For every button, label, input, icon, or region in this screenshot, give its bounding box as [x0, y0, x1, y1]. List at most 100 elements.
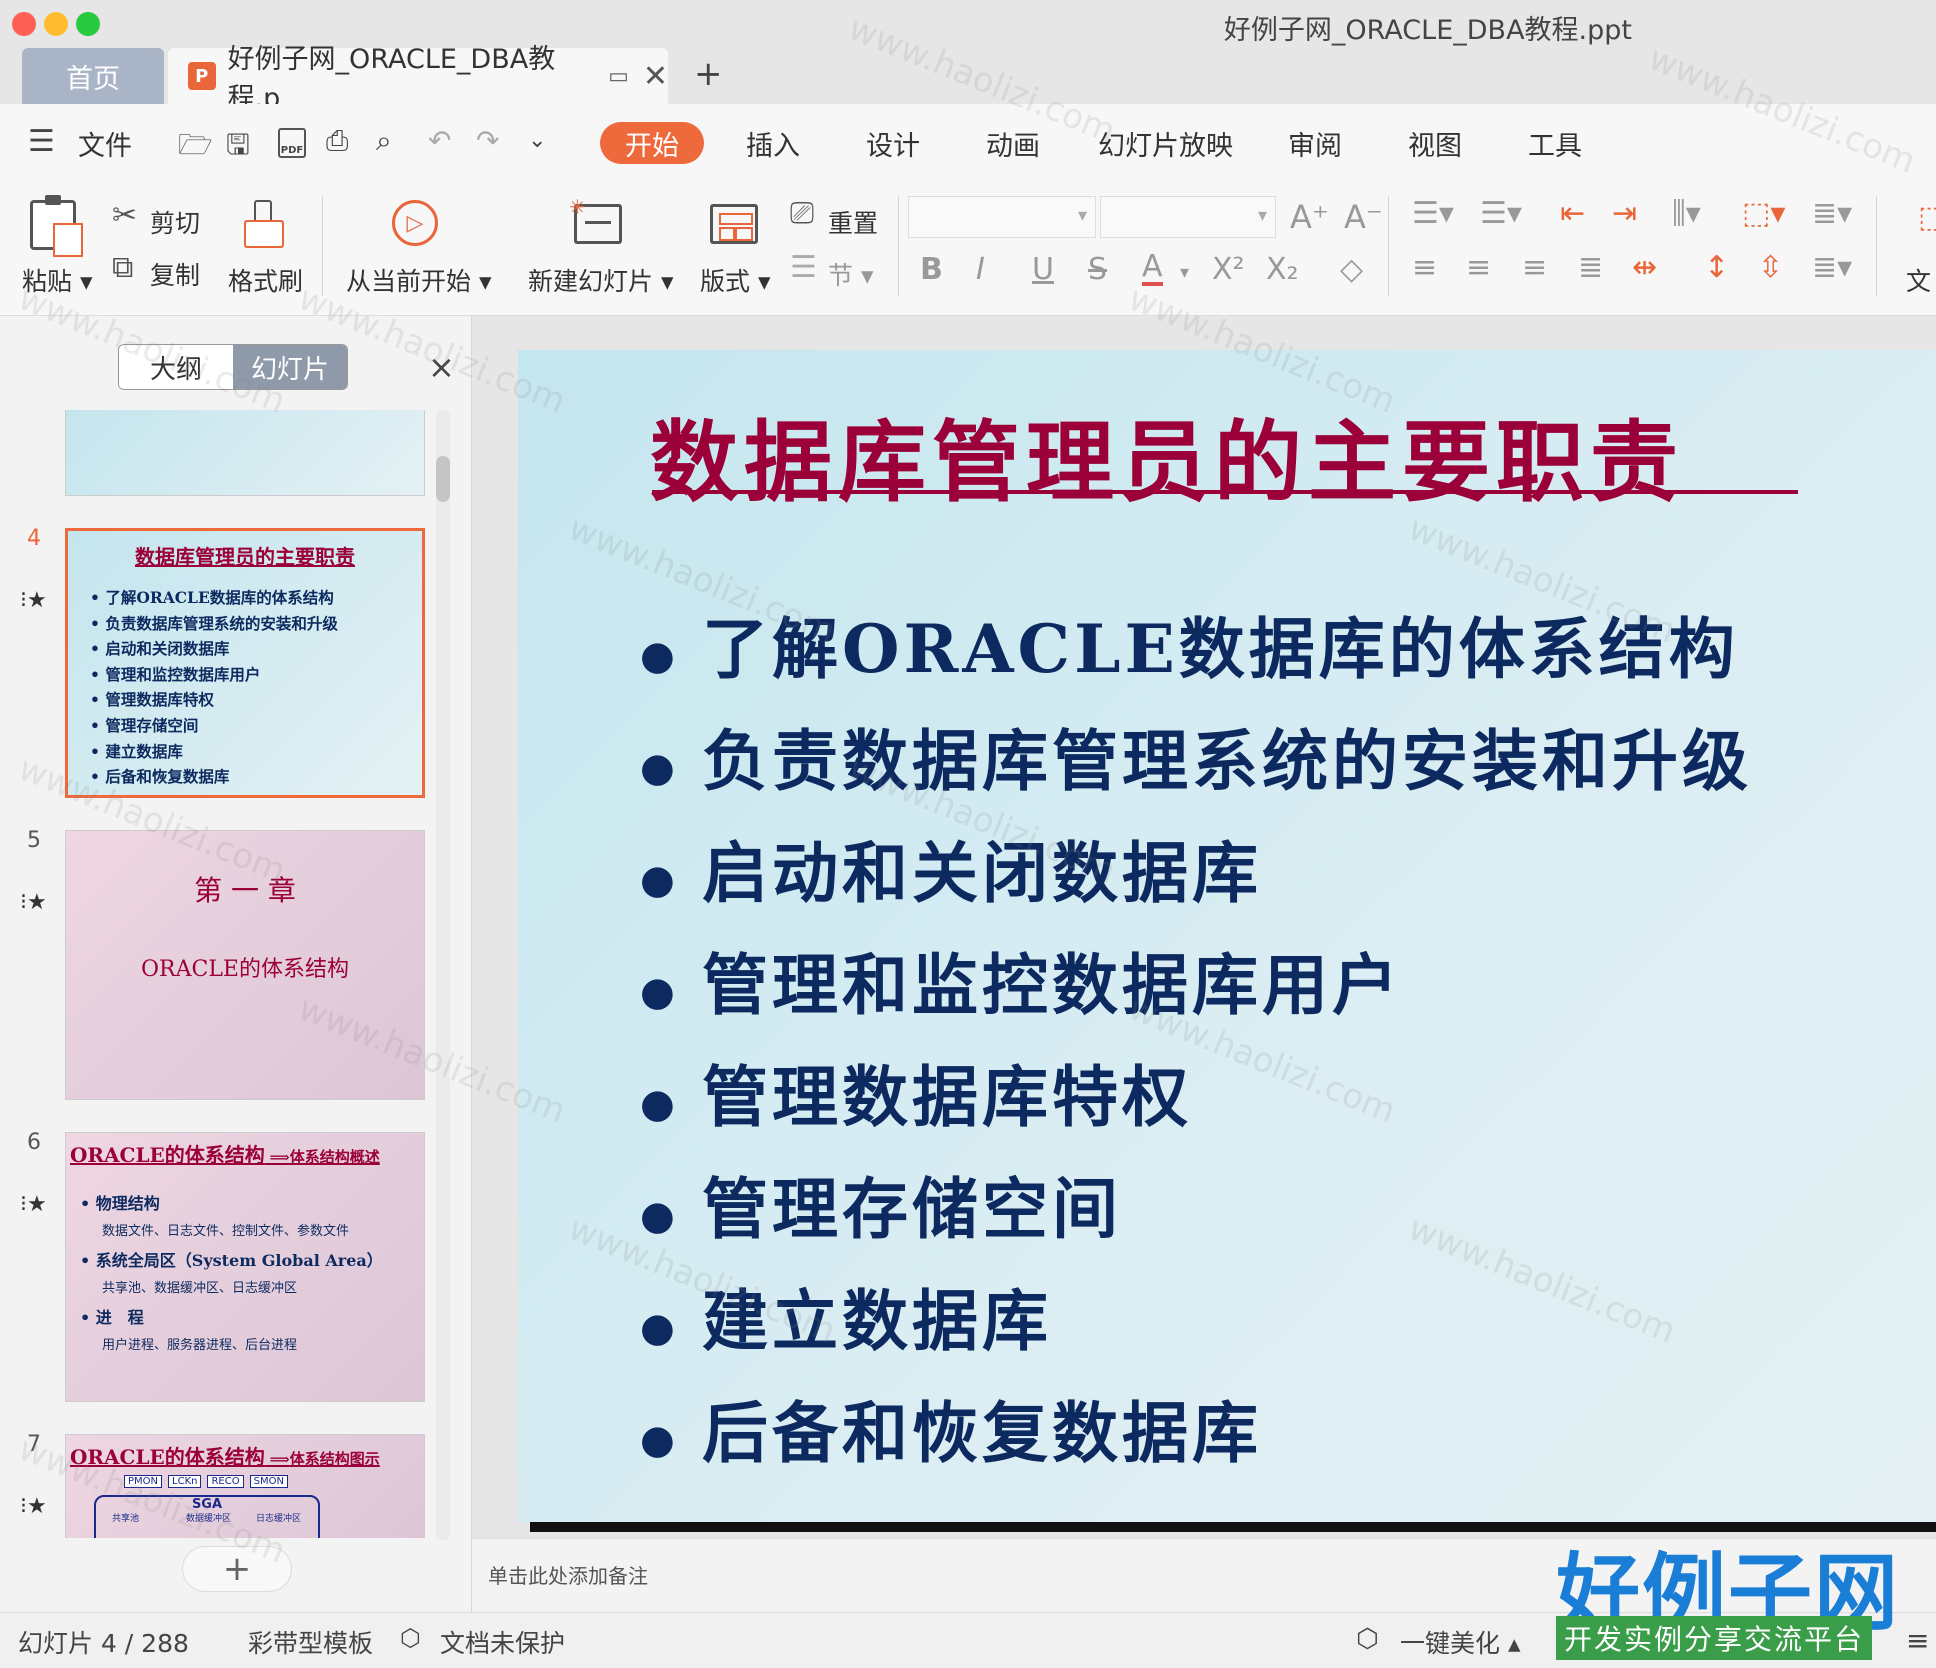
- slide-bullet[interactable]: ● 管理和监控数据库用户: [640, 932, 1402, 1028]
- print-icon[interactable]: ⎙: [326, 124, 348, 158]
- decrease-indent-icon[interactable]: ⇤: [1560, 196, 1585, 231]
- tab-home[interactable]: 首页: [22, 48, 164, 104]
- outline-tab[interactable]: 大纲: [119, 345, 233, 389]
- increase-font-icon[interactable]: A⁺: [1290, 198, 1329, 236]
- save-icon[interactable]: 🖫: [226, 124, 250, 172]
- slide-thumbnail-6[interactable]: ORACLE的体系结构 ⟹体系结构概述 • 物理结构 数据文件、日志文件、控制文…: [65, 1132, 425, 1402]
- layout-button[interactable]: 版式 ▾: [700, 262, 771, 298]
- menu-slideshow[interactable]: 幻灯片放映: [1098, 124, 1233, 163]
- menu-design[interactable]: 设计: [866, 124, 920, 163]
- slide-bullet[interactable]: ● 管理数据库特权: [640, 1044, 1192, 1140]
- export-pdf-icon[interactable]: PDF: [278, 128, 306, 158]
- ribbon-divider: [898, 196, 899, 296]
- menu-insert[interactable]: 插入: [746, 124, 800, 163]
- clear-format-icon[interactable]: ◇: [1340, 252, 1363, 287]
- undo-icon[interactable]: ↶: [428, 124, 451, 157]
- line-spacing-icon[interactable]: ≣▾: [1812, 196, 1852, 231]
- paragraph-spacing-alt-icon[interactable]: ⇳: [1758, 250, 1783, 285]
- slide-bullet[interactable]: ● 负责数据库管理系统的安装和升级: [640, 708, 1752, 804]
- slide-title[interactable]: 数据库管理员的主要职责: [650, 392, 1684, 519]
- hamburger-menu-icon[interactable]: ☰: [28, 124, 55, 159]
- play-icon[interactable]: ▷: [392, 200, 438, 246]
- copy-button[interactable]: 复制: [150, 256, 200, 292]
- section-button[interactable]: 节 ▾: [828, 256, 874, 292]
- tab-document[interactable]: P 好例子网_ORACLE_DBA教程.p ▭ ✕: [168, 44, 668, 114]
- text-button[interactable]: 文: [1906, 262, 1931, 298]
- format-painter-icon[interactable]: [244, 200, 284, 248]
- reset-button[interactable]: 重置: [828, 204, 878, 240]
- subscript-icon[interactable]: X₂: [1266, 252, 1299, 287]
- more-menu-icon[interactable]: ≡: [1906, 1624, 1929, 1657]
- align-left-icon[interactable]: ≡: [1412, 250, 1437, 285]
- new-tab-button[interactable]: +: [694, 54, 723, 94]
- slide-thumbnail-4[interactable]: 数据库管理员的主要职责 • 了解ORACLE数据库的体系结构 • 负责数据库管理…: [65, 528, 425, 798]
- menu-view[interactable]: 视图: [1408, 124, 1462, 163]
- redo-icon[interactable]: ↷: [476, 124, 499, 157]
- text-direction-icon[interactable]: ⫼▾: [1672, 196, 1701, 231]
- reset-icon[interactable]: ⎚: [790, 196, 814, 231]
- notes-placeholder[interactable]: 单击此处添加备注: [488, 1560, 648, 1589]
- slide-bullet[interactable]: ● 了解ORACLE数据库的体系结构: [640, 596, 1739, 692]
- slide-bullet[interactable]: ● 后备和恢复数据库: [640, 1380, 1262, 1476]
- slide-bullet[interactable]: ● 启动和关闭数据库: [640, 820, 1262, 916]
- slide-bullet[interactable]: ● 建立数据库: [640, 1268, 1052, 1364]
- one-click-beautify[interactable]: 一键美化 ▴: [1400, 1624, 1521, 1660]
- font-color-icon[interactable]: A: [1142, 252, 1163, 286]
- new-slide-icon[interactable]: ✳: [569, 195, 622, 244]
- scissors-icon[interactable]: ✂: [112, 198, 137, 233]
- superscript-icon[interactable]: X²: [1212, 252, 1245, 287]
- italic-icon[interactable]: I: [976, 252, 985, 287]
- menu-review[interactable]: 审阅: [1288, 124, 1342, 163]
- copy-icon[interactable]: ⧉: [112, 250, 133, 285]
- font-color-chevron-icon[interactable]: ▾: [1180, 262, 1189, 283]
- section-icon[interactable]: ☰: [790, 250, 817, 285]
- distributed-icon[interactable]: ⇹: [1632, 250, 1657, 285]
- font-family-select[interactable]: ▾: [908, 196, 1096, 238]
- new-slide-button[interactable]: 新建幻灯片 ▾: [528, 262, 674, 298]
- slide-thumbnail-3[interactable]: [65, 410, 425, 496]
- underline-icon[interactable]: U: [1032, 252, 1054, 287]
- menu-tools[interactable]: 工具: [1528, 124, 1582, 163]
- template-name[interactable]: 彩带型模板: [248, 1624, 373, 1660]
- decrease-font-icon[interactable]: A⁻: [1344, 198, 1383, 236]
- add-slide-button[interactable]: +: [182, 1546, 292, 1592]
- bold-icon[interactable]: B: [920, 252, 943, 287]
- print-preview-icon[interactable]: ⌕: [376, 124, 392, 158]
- numbered-list-icon[interactable]: ☰▾: [1480, 196, 1522, 231]
- strikethrough-icon[interactable]: S: [1088, 252, 1107, 287]
- menu-start-tab[interactable]: 开始: [600, 122, 704, 164]
- panel-scrollbar-track[interactable]: [436, 410, 450, 1540]
- line-spacing-alt-icon[interactable]: ≣▾: [1812, 250, 1852, 285]
- justify-icon[interactable]: ≣: [1578, 250, 1603, 285]
- slides-tab[interactable]: 幻灯片: [233, 345, 347, 389]
- slide-thumbnail-5[interactable]: 第 一 章 ORACLE的体系结构: [65, 830, 425, 1100]
- open-folder-icon[interactable]: 🗁: [178, 124, 213, 172]
- menu-file[interactable]: 文件: [78, 124, 132, 163]
- paste-icon[interactable]: [30, 195, 83, 257]
- from-current-slide-button[interactable]: 从当前开始 ▾: [346, 262, 492, 298]
- protection-status[interactable]: 文档未保护: [440, 1624, 565, 1660]
- slide-bullet[interactable]: ● 管理存储空间: [640, 1156, 1122, 1252]
- menu-animation[interactable]: 动画: [986, 124, 1040, 163]
- increase-indent-icon[interactable]: ⇥: [1612, 196, 1637, 231]
- text-box-icon[interactable]: ⬚▾: [1742, 196, 1785, 231]
- close-panel-icon[interactable]: ×: [428, 348, 455, 386]
- thumb-chapter-title: 第 一 章: [194, 874, 296, 907]
- align-right-icon[interactable]: ≡: [1522, 250, 1547, 285]
- font-size-select[interactable]: ▾: [1100, 196, 1276, 238]
- paste-button[interactable]: 粘贴 ▾: [22, 262, 93, 298]
- textbox-insert-icon[interactable]: ⬚: [1918, 200, 1936, 235]
- cut-button[interactable]: 剪切: [150, 204, 200, 240]
- thumb-bullet: • 负责数据库管理系统的安装和升级: [90, 613, 338, 633]
- ribbon-divider: [1876, 196, 1877, 296]
- customize-chevron-icon[interactable]: ⌄: [528, 128, 546, 153]
- align-center-icon[interactable]: ≡: [1466, 250, 1491, 285]
- bullet-list-icon[interactable]: ☰▾: [1412, 196, 1454, 231]
- layout-icon[interactable]: [710, 204, 758, 244]
- present-icon[interactable]: ▭: [608, 64, 629, 89]
- panel-scrollbar-thumb[interactable]: [436, 456, 450, 502]
- paragraph-spacing-icon[interactable]: ↕: [1704, 250, 1729, 285]
- slide-thumbnail-7[interactable]: ORACLE的体系结构 ⟹体系结构图示 PMON LCKn RECO SMON …: [65, 1434, 425, 1538]
- close-tab-icon[interactable]: ✕: [643, 59, 668, 94]
- format-painter-button[interactable]: 格式刷: [228, 262, 303, 298]
